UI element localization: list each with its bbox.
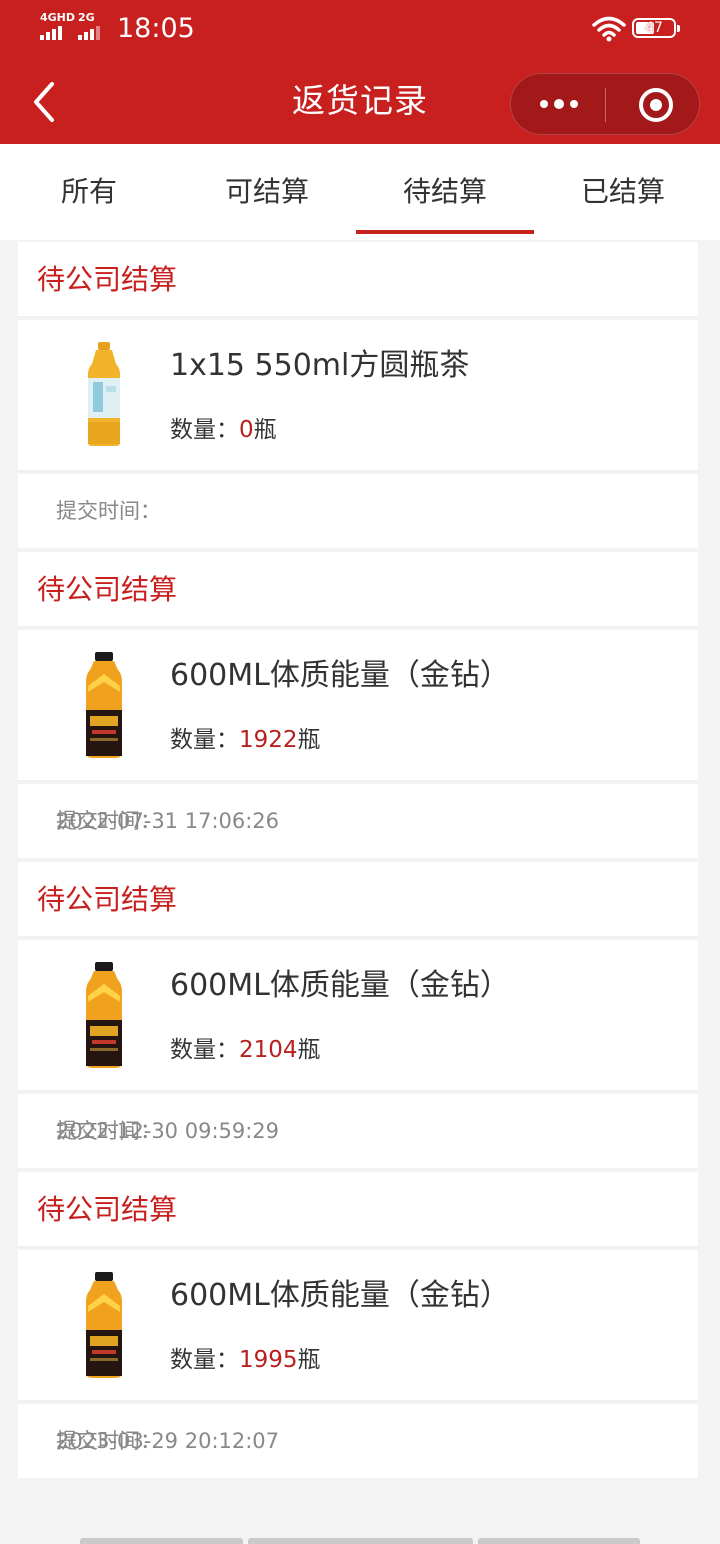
nav-bar-segment <box>478 1538 640 1544</box>
product-name: 600ML体质能量（金钻） <box>170 968 510 1003</box>
quantity: 数量：1995瓶 <box>170 1340 321 1374</box>
record-footer: 提交时间： 2022-07-31 17:06:26 <box>18 784 698 858</box>
close-target-icon[interactable] <box>639 88 673 122</box>
status-tabs: 所有 可结算 待结算 已结算 <box>0 144 720 240</box>
quantity: 数量：0瓶 <box>170 410 277 444</box>
quantity: 数量：1922瓶 <box>170 720 321 754</box>
product-name: 600ML体质能量（金钻） <box>170 658 510 693</box>
quantity-unit: 瓶 <box>253 417 277 443</box>
submit-time-value: 2022-12-30 09:59:29 <box>56 1119 280 1143</box>
record-header: 待公司结算 <box>18 862 698 938</box>
signal-4g-icon: 4GHD <box>40 12 75 40</box>
product-name: 1x15 550ml方圆瓶茶 <box>170 348 470 383</box>
record-card[interactable]: 待公司结算 600ML体质能量（金钻） 数量：1922瓶 提交时间： 2022-0… <box>18 552 698 858</box>
quantity-unit: 瓶 <box>297 727 321 753</box>
record-card[interactable]: 待公司结算 1x15 550ml方圆瓶茶 数量：0瓶 提交时间： <box>18 242 698 548</box>
nav-bar-segment <box>248 1538 473 1544</box>
app-header: 4GHD 2G 18:05 47 返货记录 <box>0 0 720 144</box>
quantity-label: 数量： <box>170 727 239 753</box>
signal-4g-label: 4GHD <box>40 11 76 24</box>
submit-time-value: 2023-03-29 20:12:07 <box>56 1429 280 1453</box>
energy-drink-bottle-image <box>86 962 122 1068</box>
quantity-label: 数量： <box>170 1347 239 1373</box>
record-product[interactable]: 600ML体质能量（金钻） 数量：2104瓶 <box>18 940 698 1092</box>
record-footer: 提交时间： <box>18 474 698 548</box>
record-header: 待公司结算 <box>18 1172 698 1248</box>
mini-program-capsule <box>510 73 700 135</box>
record-status: 待公司结算 <box>37 1193 178 1226</box>
capsule-divider <box>605 88 606 122</box>
tab-pending[interactable]: 待结算 <box>356 144 534 240</box>
product-name: 600ML体质能量（金钻） <box>170 1278 510 1313</box>
quantity-label: 数量： <box>170 1037 239 1063</box>
wifi-icon <box>592 16 626 42</box>
tab-settleable[interactable]: 可结算 <box>178 144 356 240</box>
status-time: 18:05 <box>117 13 195 44</box>
record-product[interactable]: 600ML体质能量（金钻） 数量：1995瓶 <box>18 1250 698 1402</box>
record-footer: 提交时间： 2022-12-30 09:59:29 <box>18 1094 698 1168</box>
back-arrow-icon[interactable] <box>28 80 62 124</box>
battery-icon: 47 <box>632 18 680 38</box>
tab-all[interactable]: 所有 <box>0 144 178 240</box>
status-bar: 4GHD 2G 18:05 47 <box>0 0 720 58</box>
submit-time-label: 提交时间： <box>56 499 161 523</box>
signal-2g-label: 2G <box>78 11 95 24</box>
quantity-value: 0 <box>239 417 254 443</box>
record-header: 待公司结算 <box>18 552 698 628</box>
submit-time-value: 2022-07-31 17:06:26 <box>56 809 280 833</box>
quantity-value: 1995 <box>239 1347 298 1373</box>
energy-drink-bottle-image <box>86 1272 122 1378</box>
record-header: 待公司结算 <box>18 242 698 318</box>
quantity-unit: 瓶 <box>297 1347 321 1373</box>
quantity-value: 1922 <box>239 727 298 753</box>
quantity-label: 数量： <box>170 417 239 443</box>
record-product[interactable]: 1x15 550ml方圆瓶茶 数量：0瓶 <box>18 320 698 472</box>
record-product[interactable]: 600ML体质能量（金钻） 数量：1922瓶 <box>18 630 698 782</box>
battery-level: 47 <box>645 20 663 36</box>
nav-bar-segment <box>80 1538 243 1544</box>
more-dots-icon <box>539 100 548 108</box>
quantity: 数量：2104瓶 <box>170 1030 321 1064</box>
quantity-unit: 瓶 <box>297 1037 321 1063</box>
record-status: 待公司结算 <box>37 263 178 296</box>
record-status: 待公司结算 <box>37 883 178 916</box>
record-status: 待公司结算 <box>37 573 178 606</box>
tea-bottle-image <box>88 342 120 446</box>
more-button[interactable] <box>511 74 606 134</box>
quantity-value: 2104 <box>239 1037 298 1063</box>
record-card[interactable]: 待公司结算 600ML体质能量（金钻） 数量：1995瓶 提交时间： 2023-0… <box>18 1172 698 1478</box>
record-footer: 提交时间： 2023-03-29 20:12:07 <box>18 1404 698 1478</box>
record-card[interactable]: 待公司结算 600ML体质能量（金钻） 数量：2104瓶 提交时间： 2022-1… <box>18 862 698 1168</box>
energy-drink-bottle-image <box>86 652 122 758</box>
tab-settled[interactable]: 已结算 <box>534 144 712 240</box>
signal-2g-icon: 2G <box>78 12 100 40</box>
